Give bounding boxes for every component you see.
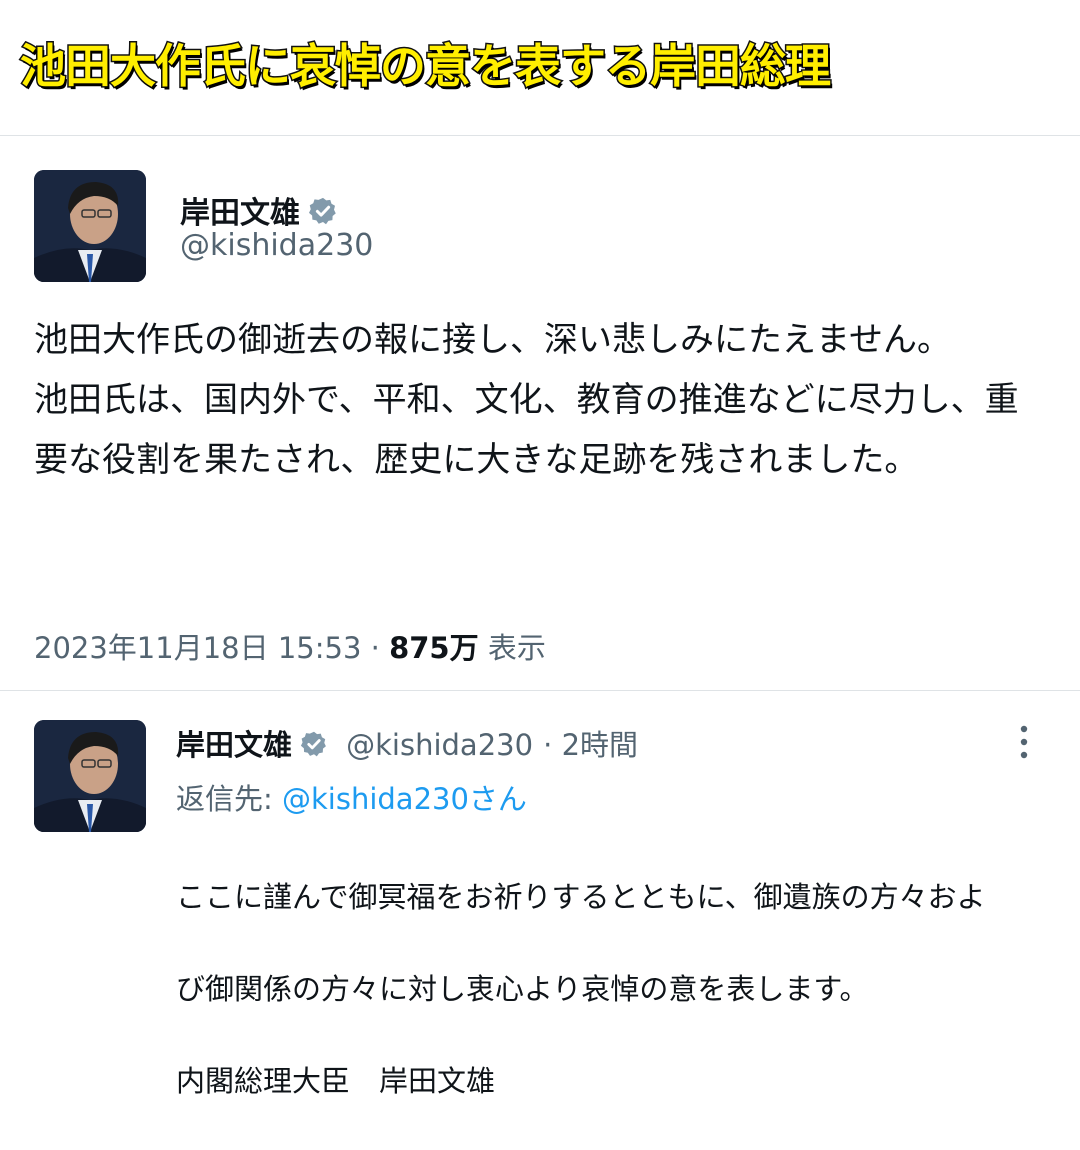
reply-author-handle[interactable]: @kishida230: [346, 728, 533, 762]
views-label: 表示: [487, 631, 546, 665]
meta-separator: ·: [370, 631, 380, 665]
headline-banner: 池田大作氏に哀悼の意を表する岸田総理: [0, 0, 1080, 136]
reply-time-ago[interactable]: · 2時間: [543, 728, 638, 762]
reply-to-label: 返信先:: [176, 782, 273, 816]
reply-text-line: び御関係の方々に対し衷心より哀悼の意を表します。: [176, 972, 869, 1006]
reply-to-handle-link[interactable]: @kishida230さん: [282, 782, 527, 816]
headline-title: 池田大作氏に哀悼の意を表する岸田総理: [19, 38, 833, 95]
reply-tweet-avatar[interactable]: [34, 720, 146, 832]
reply-tweet-text: ここに謹んで御冥福をお祈りするとともに、御遺族の方々およ び御関係の方々に対し衷…: [176, 828, 1066, 1150]
reply-to-line: 返信先: @kishida230さん: [176, 776, 527, 818]
verified-badge-icon: [300, 730, 328, 765]
main-tweet-timestamp[interactable]: 2023年11月18日 15:53: [34, 631, 361, 665]
reply-tweet-header: 岸田文雄 @kishida230 · 2時間: [176, 722, 638, 765]
main-tweet-author-handle[interactable]: @kishida230: [180, 228, 373, 263]
reply-text-line: ここに謹んで御冥福をお祈りするとともに、御遺族の方々およ: [176, 880, 986, 914]
author-name-text[interactable]: 岸田文雄: [180, 196, 300, 231]
main-tweet-meta: 2023年11月18日 15:53 · 875万 表示: [34, 625, 546, 667]
views-count: 875万: [389, 631, 479, 665]
main-tweet-author-name[interactable]: 岸田文雄: [180, 188, 338, 234]
more-vertical-icon[interactable]: [1012, 724, 1036, 764]
reply-text-line: 内閣総理大臣 岸田文雄: [176, 1064, 496, 1098]
main-tweet-text: 池田大作氏の御逝去の報に接し、深い悲しみにたえません。 池田氏は、国内外で、平和…: [34, 320, 1019, 480]
tweet-divider: [0, 690, 1080, 691]
main-tweet-avatar[interactable]: [34, 170, 146, 282]
reply-author-name[interactable]: 岸田文雄: [176, 728, 292, 762]
